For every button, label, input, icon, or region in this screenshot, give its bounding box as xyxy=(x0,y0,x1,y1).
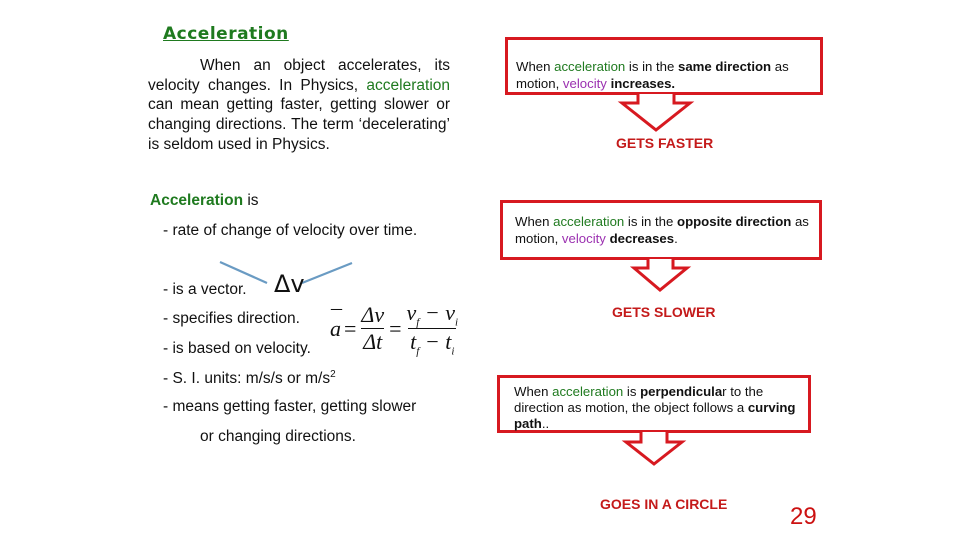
result-goes-in-circle: GOES IN A CIRCLE xyxy=(600,496,728,512)
page-number: 29 xyxy=(790,503,817,530)
down-arrow-3-icon xyxy=(621,432,687,466)
